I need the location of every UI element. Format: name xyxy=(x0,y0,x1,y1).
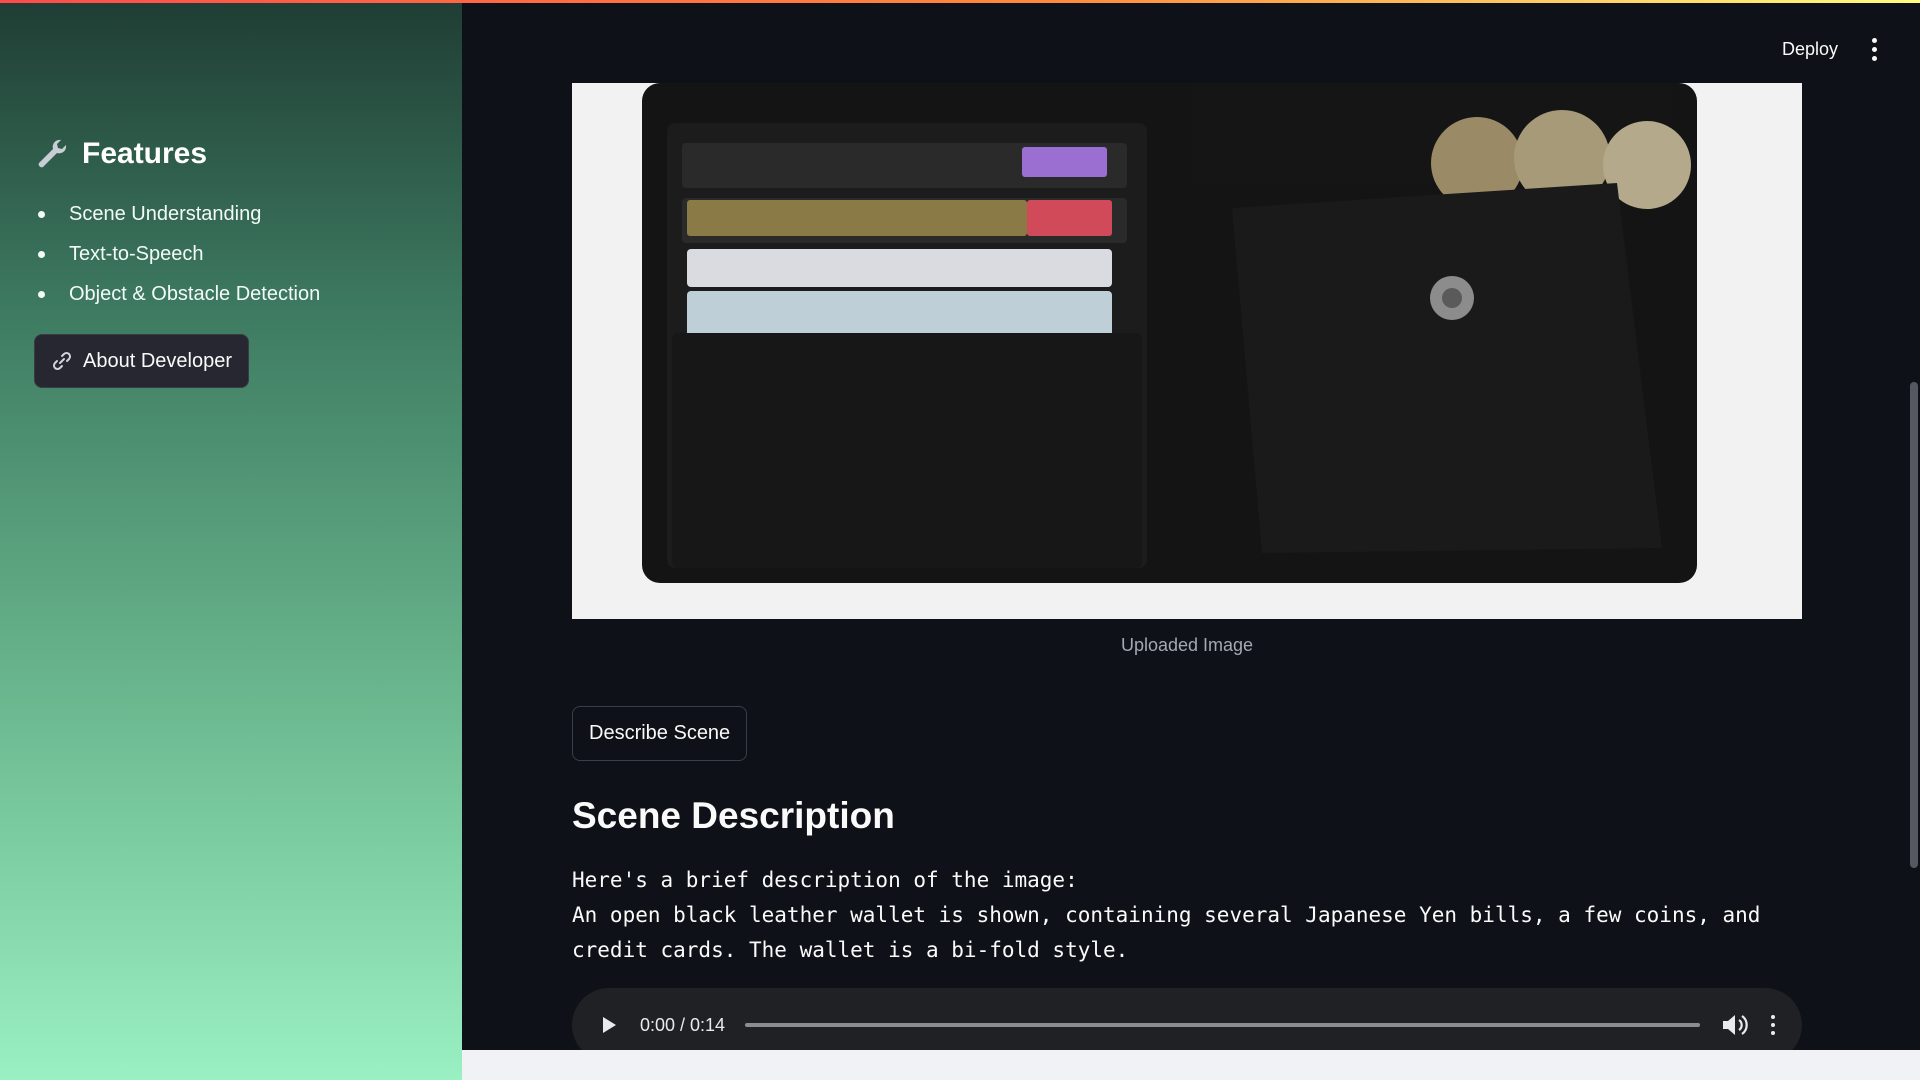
bottom-bar xyxy=(462,1050,1920,1080)
main-menu-icon[interactable] xyxy=(1864,36,1884,62)
image-caption: Uploaded Image xyxy=(1120,635,1254,655)
feature-label: Object & Obstacle Detection xyxy=(69,282,321,305)
features-title: Features xyxy=(82,137,208,170)
scene-description: Here's a brief description of the image:… xyxy=(572,863,1802,968)
description-body: An open black leather wallet is shown, c… xyxy=(572,903,1774,962)
wallet-photo xyxy=(572,83,1802,619)
play-icon[interactable] xyxy=(596,1013,620,1037)
list-item: Text-to-Speech xyxy=(38,234,428,274)
sidebar: Features Scene Understanding Text-to-Spe… xyxy=(0,0,462,1080)
uploaded-image xyxy=(572,83,1802,619)
top-decoration-stripe xyxy=(0,0,1920,3)
audio-progress-bar[interactable] xyxy=(745,1023,1700,1027)
scrollbar-thumb[interactable] xyxy=(1910,382,1918,868)
features-heading: Features xyxy=(34,136,428,172)
bullet xyxy=(38,250,45,258)
volume-icon[interactable] xyxy=(1720,1012,1748,1038)
scrollbar[interactable] xyxy=(1908,0,1920,1050)
feature-label: Scene Understanding xyxy=(69,202,262,225)
about-developer-label: About Developer xyxy=(83,349,232,372)
about-developer-button[interactable]: About Developer xyxy=(34,334,249,388)
list-item: Object & Obstacle Detection xyxy=(38,274,428,314)
wrench-icon xyxy=(34,136,70,172)
feature-list: Scene Understanding Text-to-Speech Objec… xyxy=(34,194,428,314)
list-item: Scene Understanding xyxy=(38,194,428,234)
deploy-button[interactable]: Deploy xyxy=(1782,39,1838,60)
audio-time: 0:00 / 0:14 xyxy=(640,1014,726,1035)
bullet xyxy=(38,210,45,218)
describe-scene-button[interactable]: Describe Scene xyxy=(572,706,748,761)
feature-label: Text-to-Speech xyxy=(69,242,204,265)
bullet xyxy=(38,290,45,298)
app-header-actions: Deploy xyxy=(1782,36,1884,62)
link-icon xyxy=(51,350,73,372)
main-content: Uploaded Image Describe Scene Scene Desc… xyxy=(572,83,1802,1062)
audio-options-icon[interactable] xyxy=(1768,1014,1778,1036)
section-title: Scene Description xyxy=(572,795,895,836)
description-intro: Here's a brief description of the image: xyxy=(572,868,1078,892)
